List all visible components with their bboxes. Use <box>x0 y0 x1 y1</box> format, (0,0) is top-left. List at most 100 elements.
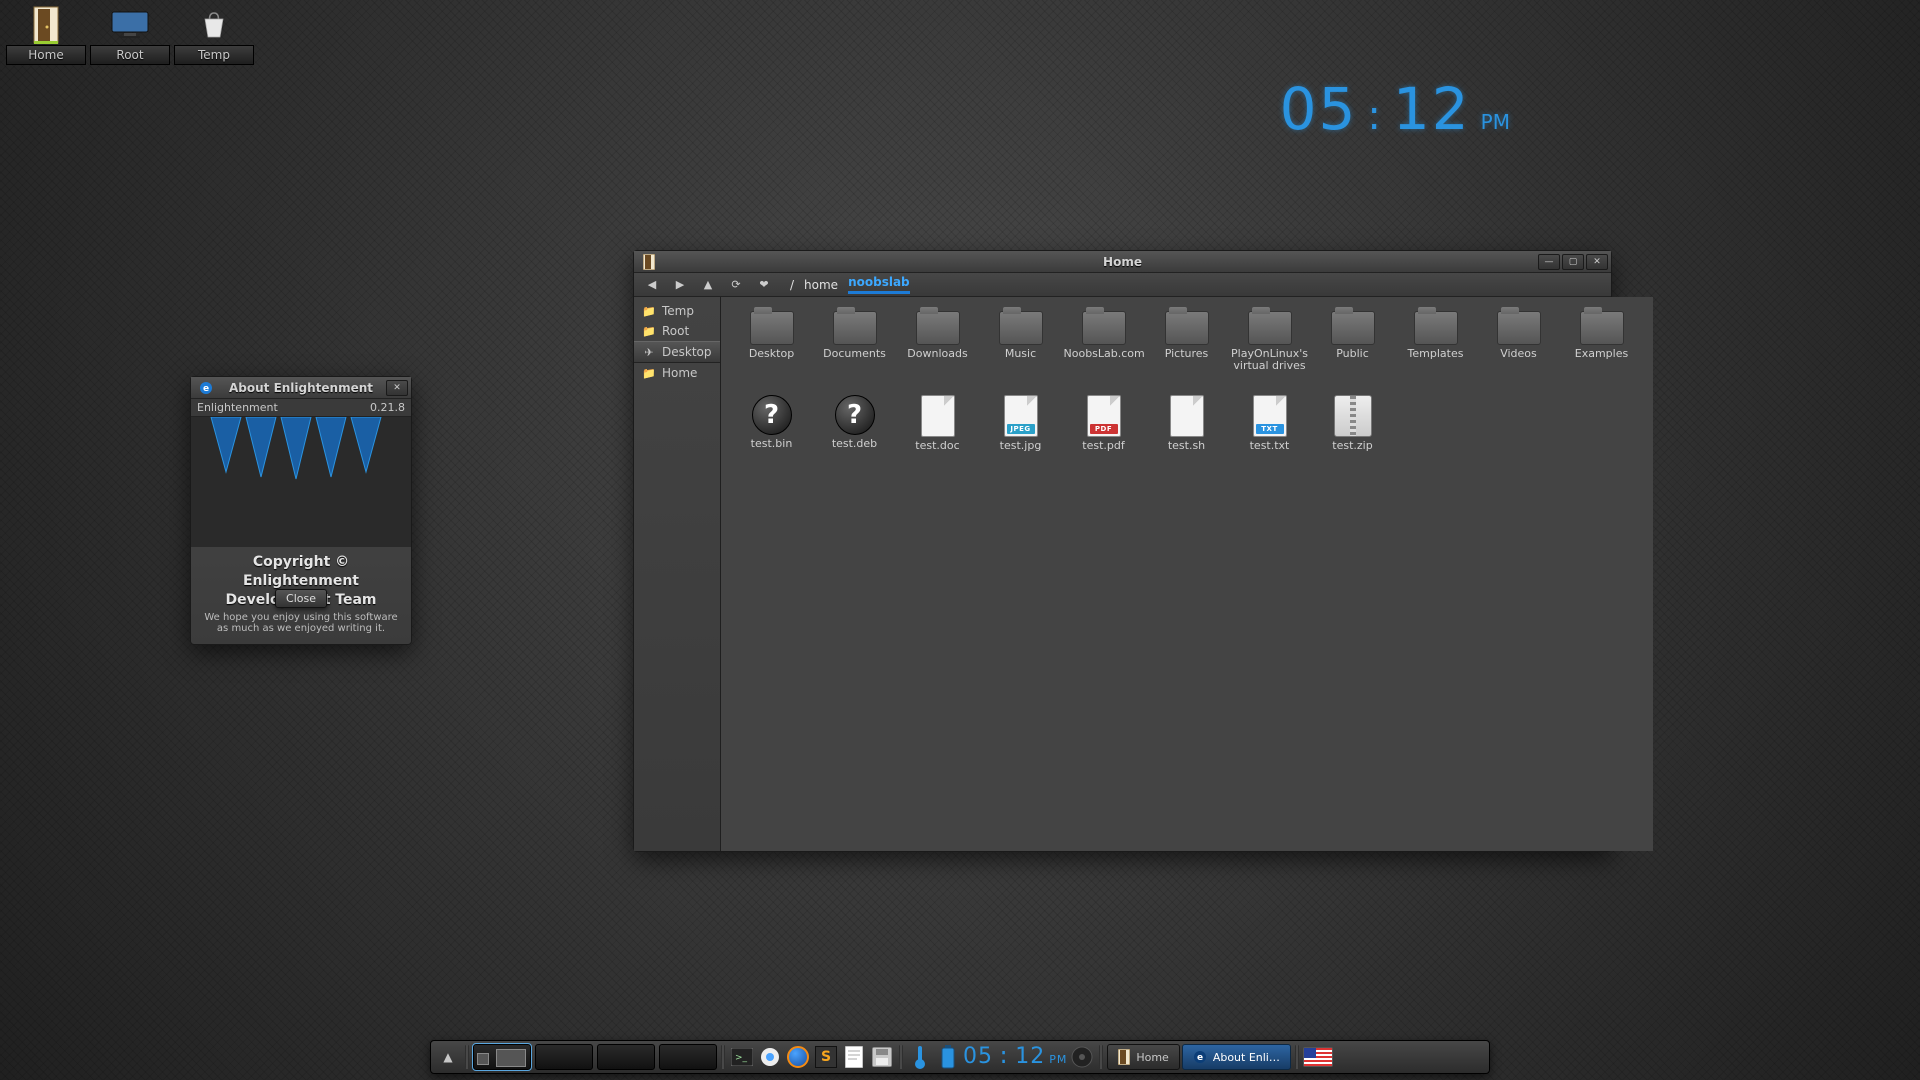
enlightenment-logo-icon: e <box>195 377 217 399</box>
sidebar-item-label: Home <box>662 366 697 380</box>
fm-titlebar[interactable]: Home — ▢ ✕ <box>634 251 1611 273</box>
pager-desktop-2[interactable] <box>535 1044 593 1070</box>
file-name: test.zip <box>1332 440 1372 452</box>
taskbar-item-home[interactable]: Home <box>1107 1044 1179 1070</box>
folder-icon <box>1165 311 1209 345</box>
file-name: test.bin <box>751 438 793 450</box>
file-item[interactable]: Templates <box>1395 311 1477 393</box>
file-item[interactable]: Pictures <box>1146 311 1228 393</box>
minimize-icon[interactable]: — <box>1538 254 1560 270</box>
monitor-icon <box>106 5 154 45</box>
file-item[interactable]: Documents <box>814 311 896 393</box>
folder-icon: 📁 <box>642 367 656 380</box>
document-file-icon: TXT <box>1253 395 1287 437</box>
about-titlebar[interactable]: e About Enlightenment ✕ <box>191 377 411 399</box>
taskbar-item-about[interactable]: e About Enli… <box>1182 1044 1291 1070</box>
nav-favorite-button[interactable]: ❤ <box>752 276 776 294</box>
file-item[interactable]: Examples <box>1561 311 1643 393</box>
file-item[interactable]: JPEGtest.jpg <box>980 395 1062 477</box>
folder-icon <box>999 311 1043 345</box>
shelf-clock-mm: 12 <box>1015 1044 1045 1069</box>
folder-icon <box>1331 311 1375 345</box>
desktop-icon-root[interactable]: Root <box>90 5 170 65</box>
copyright-line: Copyright © <box>253 554 349 570</box>
close-icon[interactable]: ✕ <box>386 380 408 396</box>
file-item[interactable]: PlayOnLinux's virtual drives <box>1229 311 1311 393</box>
fm-file-grid: DesktopDocuments Downloads MusicNoobsLab.c… <box>721 297 1653 851</box>
file-item[interactable]: ?test.bin <box>731 395 813 477</box>
sidebar-item-root[interactable]: 📁Root <box>634 321 720 341</box>
breadcrumb-item[interactable]: / <box>790 278 794 292</box>
shelf-separator <box>1295 1045 1299 1069</box>
enlightenment-logo-icon: e <box>1193 1050 1207 1064</box>
pager-desktop-4[interactable] <box>659 1044 717 1070</box>
floppy-launcher-icon[interactable] <box>869 1044 895 1070</box>
file-item[interactable]: Desktop <box>731 311 813 393</box>
desktop-icon-home[interactable]: Home <box>6 5 86 65</box>
file-name: Videos <box>1500 348 1537 360</box>
file-item[interactable]: ?test.deb <box>814 395 896 477</box>
file-item[interactable]: Music <box>980 311 1062 393</box>
folder-icon <box>750 311 794 345</box>
folder-icon <box>833 311 877 345</box>
file-name: Downloads <box>907 348 967 360</box>
file-item[interactable]: Public <box>1312 311 1394 393</box>
start-button[interactable]: ▲ <box>435 1044 461 1070</box>
file-item[interactable]: TXTtest.txt <box>1229 395 1311 477</box>
sidebar-item-temp[interactable]: 📁Temp <box>634 301 720 321</box>
pager-desktop-1[interactable] <box>473 1044 531 1070</box>
file-name: Pictures <box>1165 348 1209 360</box>
maximize-icon[interactable]: ▢ <box>1562 254 1584 270</box>
file-item[interactable]: NoobsLab.com <box>1063 311 1145 393</box>
about-message: We hope you enjoy using this software as… <box>191 612 411 644</box>
file-item[interactable]: PDFtest.pdf <box>1063 395 1145 477</box>
hexchat-launcher-icon[interactable] <box>757 1044 783 1070</box>
texteditor-launcher-icon[interactable] <box>841 1044 867 1070</box>
nav-forward-button[interactable]: ▶ <box>668 276 692 294</box>
about-name: Enlightenment <box>197 401 278 414</box>
task-label: Home <box>1136 1051 1168 1064</box>
door-icon <box>22 5 70 45</box>
nav-up-button[interactable]: ▲ <box>696 276 720 294</box>
close-icon[interactable]: ✕ <box>1586 254 1608 270</box>
desktop-icon-label: Home <box>6 45 86 65</box>
battery-indicator-icon[interactable] <box>935 1044 961 1070</box>
file-item[interactable]: test.zip <box>1312 395 1394 477</box>
file-manager-window: Home — ▢ ✕ ◀ ▶ ▲ ⟳ ❤ /homenoobslab 📁Temp… <box>633 250 1612 852</box>
shelf-separator <box>465 1045 469 1069</box>
sidebar-item-home[interactable]: 📁 Home <box>634 363 720 383</box>
temperature-indicator-icon[interactable] <box>907 1044 933 1070</box>
sidebar-item-desktop[interactable]: ✈Desktop <box>634 341 720 363</box>
sidebar-item-label: Desktop <box>662 345 712 359</box>
desktop-icons-row: Home Root Temp <box>6 5 254 65</box>
pager-desktop-3[interactable] <box>597 1044 655 1070</box>
breadcrumb-item[interactable]: noobslab <box>848 275 910 294</box>
clock-hours: 05 <box>1280 75 1358 143</box>
nav-back-button[interactable]: ◀ <box>640 276 664 294</box>
about-version-bar: Enlightenment 0.21.8 <box>191 399 411 417</box>
close-button[interactable]: Close <box>275 589 327 608</box>
breadcrumb-item[interactable]: home <box>804 278 838 292</box>
file-name: test.sh <box>1168 440 1205 452</box>
terminal-launcher-icon[interactable]: >_ <box>729 1044 755 1070</box>
fm-title: Home <box>634 255 1611 269</box>
audio-indicator-icon[interactable] <box>1069 1044 1095 1070</box>
folder-icon: 📁 <box>642 325 656 338</box>
file-item[interactable]: test.doc <box>897 395 979 477</box>
fm-toolbar: ◀ ▶ ▲ ⟳ ❤ / home noobslab <box>634 273 1611 297</box>
folder-icon <box>916 311 960 345</box>
file-name: test.pdf <box>1082 440 1124 452</box>
file-name: NoobsLab.com <box>1064 348 1144 360</box>
desktop-icon-temp[interactable]: Temp <box>174 5 254 65</box>
file-item[interactable]: Videos <box>1478 311 1560 393</box>
door-icon <box>1118 1049 1130 1065</box>
file-item[interactable]: Downloads <box>897 311 979 393</box>
svg-text:e: e <box>203 384 209 394</box>
sublime-launcher-icon[interactable]: S <box>813 1044 839 1070</box>
file-item[interactable]: test.sh <box>1146 395 1228 477</box>
firefox-launcher-icon[interactable] <box>785 1044 811 1070</box>
keyboard-layout-flag-icon[interactable] <box>1303 1044 1333 1070</box>
fm-sidebar: 📁Temp📁Root✈Desktop 📁 Home <box>634 297 721 851</box>
nav-reload-button[interactable]: ⟳ <box>724 276 748 294</box>
shelf-clock[interactable]: 05: 12 PM <box>963 1044 1067 1070</box>
